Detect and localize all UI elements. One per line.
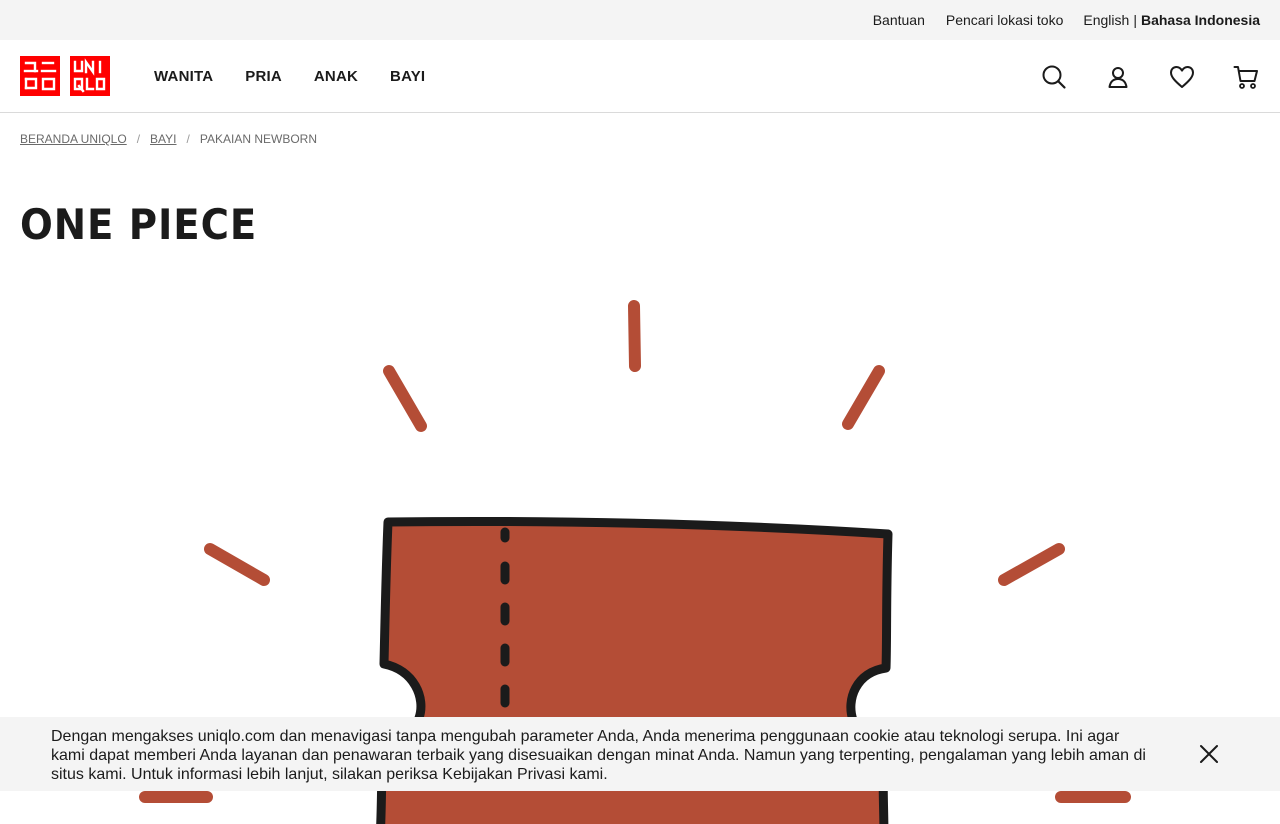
breadcrumb-current: PAKAIAN NEWBORN [199,132,317,146]
uniqlo-logo[interactable] [20,56,110,96]
breadcrumb-separator: / [136,132,141,146]
store-locator-link[interactable]: Pencari lokasi toko [946,12,1064,28]
nav-item-wanita[interactable]: WANITA [154,68,213,85]
logo-katakana-block [20,56,60,96]
cookie-consent-banner: Dengan mengakses uniqlo.com dan menaviga… [0,717,1280,791]
site-header: WANITA PRIA ANAK BAYI [0,40,1280,113]
utility-bar: Bantuan Pencari lokasi toko English | Ba… [0,0,1280,40]
language-switcher: English | Bahasa Indonesia [1083,12,1260,28]
language-indonesian-link[interactable]: Bahasa Indonesia [1141,12,1260,28]
nav-item-anak[interactable]: ANAK [314,68,358,85]
close-icon[interactable] [1196,741,1222,767]
logo-katakana-mark [23,61,57,91]
breadcrumb-home-link[interactable]: BERANDA UNIQLO [20,132,127,146]
account-icon[interactable] [1104,63,1132,91]
cookie-consent-text: Dengan mengakses uniqlo.com dan menaviga… [51,728,1146,783]
breadcrumb: BERANDA UNIQLO / BAYI / PAKAIAN NEWBORN [20,132,317,146]
nav-item-bayi[interactable]: BAYI [390,68,425,85]
header-actions [1004,40,1260,113]
language-separator: | [1133,12,1137,28]
logo-latin-block [70,56,110,96]
help-link[interactable]: Bantuan [873,12,925,28]
page-title: ONE PIECE [20,200,258,249]
main-nav: WANITA PRIA ANAK BAYI [154,40,457,113]
logo-latin-mark [73,58,106,93]
breadcrumb-separator: / [186,132,190,146]
wishlist-heart-icon[interactable] [1168,63,1196,91]
cart-icon[interactable] [1232,63,1260,91]
language-english-link[interactable]: English [1083,12,1129,28]
breadcrumb-bayi-link[interactable]: BAYI [150,132,176,146]
nav-item-pria[interactable]: PRIA [245,68,282,85]
search-icon[interactable] [1040,63,1068,91]
utility-links: Bantuan Pencari lokasi toko English | Ba… [852,0,1260,40]
